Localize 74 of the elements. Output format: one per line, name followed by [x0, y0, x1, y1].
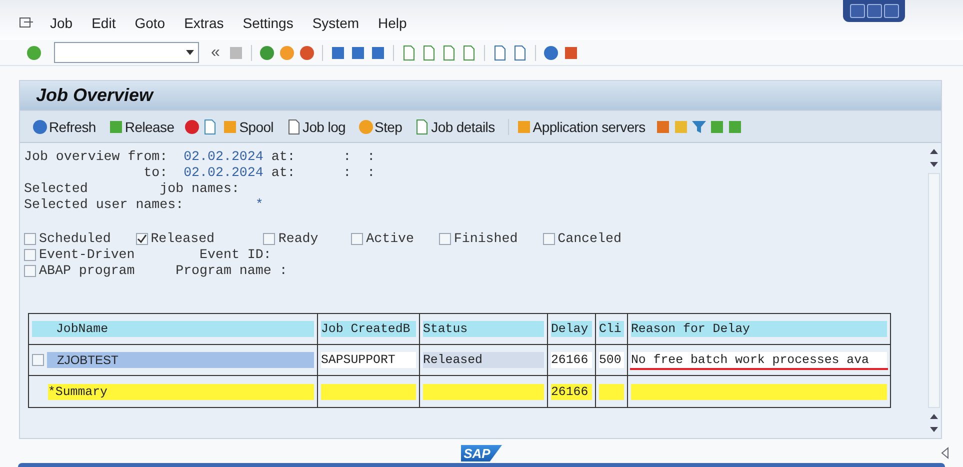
field-label: to:	[144, 165, 168, 180]
field-label: job names:	[160, 181, 240, 197]
menu-item[interactable]: Job	[50, 15, 73, 31]
scroll-up-icon[interactable]	[929, 147, 939, 155]
checkbox-label: Scheduled	[39, 231, 111, 247]
menu-item[interactable]: System	[312, 15, 360, 31]
menu-item[interactable]: Extras	[184, 15, 224, 31]
history-button[interactable]: «	[211, 44, 220, 62]
menu-item[interactable]: Help	[378, 15, 407, 31]
menu-item[interactable]: Goto	[134, 15, 166, 31]
time-value: : :	[343, 165, 376, 181]
user-name-value: *	[255, 197, 264, 213]
scroll-down-icon[interactable]	[929, 161, 939, 169]
checkbox-label: Event-Driven	[39, 247, 135, 263]
checkbox-label: Ready	[278, 231, 318, 247]
toolbar-button[interactable]: Step	[356, 114, 410, 138]
checkbox[interactable]	[24, 265, 36, 277]
checkbox-label: Canceled	[558, 231, 622, 247]
checkbox[interactable]	[24, 233, 36, 245]
checkbox-label: Active	[366, 231, 414, 247]
checkbox[interactable]	[136, 233, 148, 245]
checkbox[interactable]	[542, 233, 555, 245]
date-value: 02.02.2024	[184, 149, 264, 165]
date-value: 02.02.2024	[184, 165, 264, 181]
document-icon	[286, 118, 302, 134]
field-label: Selected	[24, 181, 88, 196]
screen-title: Job Overview	[36, 85, 154, 106]
field-label: at:	[271, 149, 296, 165]
checkbox-label: ABAP program	[39, 263, 135, 279]
table-cell: *Summary	[48, 384, 314, 400]
toolbar-button[interactable]: Spool	[220, 114, 282, 138]
table-cell: Released	[423, 352, 544, 368]
command-field[interactable]	[54, 42, 199, 63]
scroll-down-icon[interactable]	[929, 426, 939, 434]
caret-icon	[186, 50, 194, 56]
checkbox[interactable]	[263, 233, 276, 245]
field-label: Selected user names:	[24, 197, 184, 212]
table-cell: 26166	[551, 384, 592, 400]
time-value: : :	[343, 149, 376, 165]
collapse-icon[interactable]	[941, 447, 949, 459]
field-label: Event ID:	[200, 247, 272, 263]
table-cell: SAPSUPPORT	[321, 352, 416, 368]
toolbar-button[interactable]: Job log	[284, 114, 354, 138]
scroll-up-icon[interactable]	[929, 412, 939, 420]
column-header[interactable]: Delay	[551, 321, 592, 337]
checkbox-label: Released	[150, 231, 215, 247]
column-header[interactable]: Job CreatedB	[321, 321, 416, 337]
checkbox[interactable]	[438, 233, 451, 245]
logo: SAP	[460, 444, 502, 462]
column-header[interactable]: Cli	[599, 321, 624, 337]
table-cell: 500	[599, 352, 624, 368]
column-header[interactable]: Status	[423, 321, 544, 337]
column-header[interactable]: JobName	[32, 321, 314, 337]
filter-button[interactable]	[691, 118, 708, 134]
toolbar-button[interactable]: Application servers	[514, 114, 654, 138]
toolbar-button[interactable]: Release	[106, 114, 182, 138]
column-header[interactable]: Reason for Delay	[631, 321, 887, 337]
field-label: at:	[271, 165, 296, 181]
table-cell: ZJOBTEST	[47, 352, 314, 368]
checkbox[interactable]	[32, 354, 44, 366]
table-cell: 26166	[551, 352, 592, 368]
table-cell: No free batch work processes ava	[631, 352, 887, 368]
field-label: Job overview from:	[24, 149, 168, 164]
checkbox-label: Finished	[454, 231, 518, 247]
field-label: Program name :	[176, 263, 288, 279]
menu-item[interactable]: Settings	[242, 15, 294, 31]
filter-icon	[691, 118, 708, 134]
menu-item[interactable]: Edit	[92, 15, 116, 31]
toolbar-button[interactable]: Job details	[412, 114, 503, 138]
checkbox[interactable]	[24, 249, 36, 261]
toolbar-button[interactable]: Refresh	[30, 114, 104, 138]
scrollbar[interactable]	[928, 173, 940, 408]
checkbox[interactable]	[351, 233, 364, 245]
empty-cell	[599, 384, 624, 400]
